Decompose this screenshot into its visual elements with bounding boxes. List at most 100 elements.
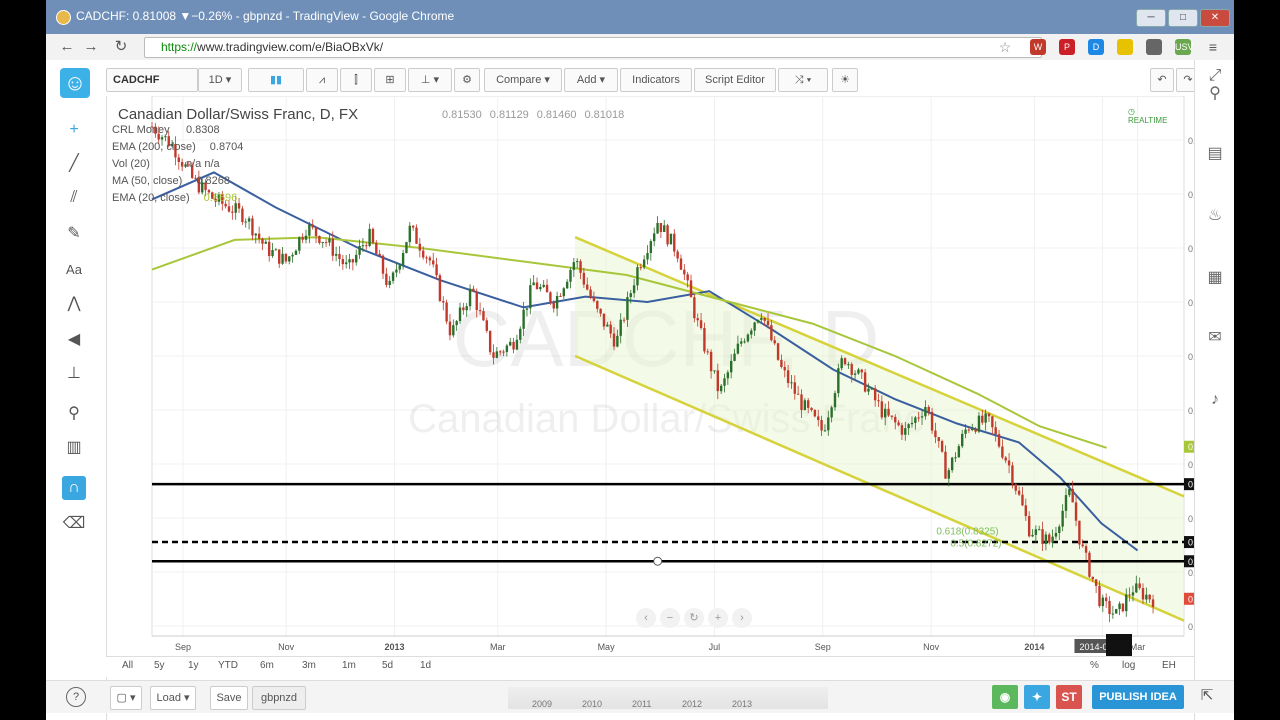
publish-idea-button[interactable]: PUBLISH IDEA: [1092, 685, 1184, 709]
range-button-ytd[interactable]: YTD: [218, 660, 238, 671]
interval-select[interactable]: 1D ▾: [198, 68, 242, 92]
layout-color-dropdown[interactable]: ▢ ▾: [110, 686, 142, 710]
candle-body: [867, 388, 870, 392]
smiley-icon[interactable]: ☺: [60, 68, 90, 98]
hot-list-icon[interactable]: ♨: [1203, 204, 1227, 228]
candle-body: [1104, 597, 1108, 602]
y-tick-label: 0.84000: [1188, 514, 1194, 524]
indicator-name: Vol (20): [112, 158, 150, 170]
d-ext-icon[interactable]: D: [1088, 39, 1104, 55]
undo-icon[interactable]: ↶: [1150, 68, 1174, 92]
chart-style-dropdown[interactable]: ⊥ ▾: [408, 68, 452, 92]
cast-icon[interactable]: [1146, 39, 1162, 55]
bars-pattern-icon[interactable]: ▥: [62, 436, 86, 460]
arrow-left-icon[interactable]: ◀: [62, 328, 86, 352]
ideas-lightbulb-icon[interactable]: ☀: [832, 68, 858, 92]
magnet-icon[interactable]: ∩: [62, 476, 86, 500]
chart-style-line-icon[interactable]: ⩘: [306, 68, 338, 92]
text-tool-icon[interactable]: Aa: [62, 258, 86, 282]
chart-style-bars-icon[interactable]: ⫿: [340, 68, 372, 92]
search-icon[interactable]: ⚲: [1203, 82, 1227, 106]
zoom-icon[interactable]: ⚲: [62, 402, 86, 426]
chart-style-candles-icon[interactable]: ▮▮: [248, 68, 304, 92]
script-editor-button[interactable]: Script Editor: [694, 68, 776, 92]
url-input[interactable]: https://www.tradingview.com/e/BiaOBxVk/: [144, 37, 1042, 58]
zoom-out-icon[interactable]: −: [660, 608, 680, 628]
trend-line-icon[interactable]: ╱: [62, 152, 86, 176]
layout-name-field[interactable]: gbpnzd: [252, 686, 306, 710]
drawings-dropdown[interactable]: ⤨ ▾: [778, 68, 828, 92]
messages-icon[interactable]: ✉: [1203, 326, 1227, 350]
bookmark-star-icon[interactable]: ☆: [996, 38, 1014, 56]
indicators-button[interactable]: Indicators: [620, 68, 692, 92]
range-button-1y[interactable]: 1y: [188, 660, 199, 671]
indicator-row[interactable]: EMA (20, close) 0.8696: [112, 192, 243, 209]
crosshair-icon[interactable]: +: [62, 118, 86, 142]
candle-body: [884, 408, 887, 418]
range-button-3m[interactable]: 3m: [302, 660, 316, 671]
candle-body: [1078, 520, 1081, 545]
zoom-in-icon[interactable]: +: [708, 608, 728, 628]
scale-toggle-percent[interactable]: %: [1090, 660, 1099, 671]
candle-body: [599, 308, 602, 314]
title-bar: CADCHF: 0.81008 ▼−0.26% - gbpnzd - Tradi…: [46, 0, 1234, 34]
stocktwits-button[interactable]: ST: [1056, 685, 1082, 709]
level-drag-handle[interactable]: [653, 556, 663, 566]
candle-body: [582, 272, 586, 285]
range-button-1m[interactable]: 1m: [342, 660, 356, 671]
symbol-input[interactable]: CADCHF: [106, 68, 198, 92]
measure-icon[interactable]: ⊥: [62, 362, 86, 386]
scroll-left-icon[interactable]: ‹: [636, 608, 656, 628]
brush-icon[interactable]: ✎: [62, 222, 86, 246]
scale-toggle-log[interactable]: log: [1122, 660, 1135, 671]
chart-style-area-icon[interactable]: ⊞: [374, 68, 406, 92]
minimize-button[interactable]: ─: [1136, 9, 1166, 27]
indicator-row[interactable]: MA (50, close) 0.8268: [112, 175, 243, 192]
back-arrow-icon[interactable]: ←: [58, 38, 76, 56]
chart-area[interactable]: CADCHF, DCanadian Dollar/Swiss Franc 0.6…: [106, 85, 1230, 660]
expand-icon[interactable]: ⇱: [1198, 687, 1216, 705]
indicator-row[interactable]: CRL Money 0.8308: [112, 124, 243, 141]
twitter-icon[interactable]: ✦: [1024, 685, 1050, 709]
close-button[interactable]: ✕: [1200, 9, 1230, 27]
forward-arrow-icon[interactable]: →: [82, 38, 100, 56]
compare-button[interactable]: Compare ▾: [484, 68, 562, 92]
load-button[interactable]: Load ▾: [150, 686, 196, 710]
settings-gear-icon[interactable]: ⚙: [454, 68, 480, 92]
scale-toggle-eh[interactable]: EH: [1162, 660, 1176, 671]
ext-yellow-icon[interactable]: [1117, 39, 1133, 55]
help-icon[interactable]: ?: [66, 687, 86, 707]
pitchfork-icon[interactable]: ⫽: [62, 186, 86, 210]
usv-icon[interactable]: USV: [1175, 39, 1194, 55]
indicator-row[interactable]: Vol (20) n/a n/a: [112, 158, 243, 175]
range-button-5d[interactable]: 5d: [382, 660, 393, 671]
range-button-1d[interactable]: 1d: [420, 660, 431, 671]
reload-icon[interactable]: ↻: [112, 38, 130, 56]
maximize-button[interactable]: □: [1168, 9, 1198, 27]
snapshot-camera-icon[interactable]: ◉: [992, 685, 1018, 709]
scroll-right-icon[interactable]: ›: [732, 608, 752, 628]
mini-overview-chart[interactable]: [508, 687, 828, 709]
add-button[interactable]: Add ▾: [564, 68, 618, 92]
candle-body: [435, 264, 438, 276]
candle-body: [830, 407, 833, 418]
save-button[interactable]: Save: [210, 686, 248, 710]
pinterest-icon[interactable]: P: [1059, 39, 1075, 55]
chrome-menu-icon[interactable]: ≡: [1204, 38, 1222, 56]
candle-body: [1091, 576, 1094, 580]
pattern-icon[interactable]: ⋀: [62, 292, 86, 316]
range-button-5y[interactable]: 5y: [154, 660, 165, 671]
calendar-icon[interactable]: ▦: [1203, 266, 1227, 290]
eraser-icon[interactable]: ⌫: [62, 512, 86, 536]
candle-body: [324, 242, 328, 244]
wp-ext-icon[interactable]: W: [1030, 39, 1046, 55]
overview-year-label: 2012: [682, 699, 703, 709]
chat-icon[interactable]: ▤: [1203, 142, 1227, 166]
range-button-all[interactable]: All: [122, 660, 133, 671]
alerts-bell-icon[interactable]: ♪: [1203, 388, 1227, 412]
range-button-6m[interactable]: 6m: [260, 660, 274, 671]
candle-body: [857, 369, 860, 374]
reset-icon[interactable]: ↻: [684, 608, 704, 628]
y-tick-label: 0.86000: [1188, 460, 1194, 470]
indicator-row[interactable]: EMA (200, close) 0.8704: [112, 141, 243, 158]
